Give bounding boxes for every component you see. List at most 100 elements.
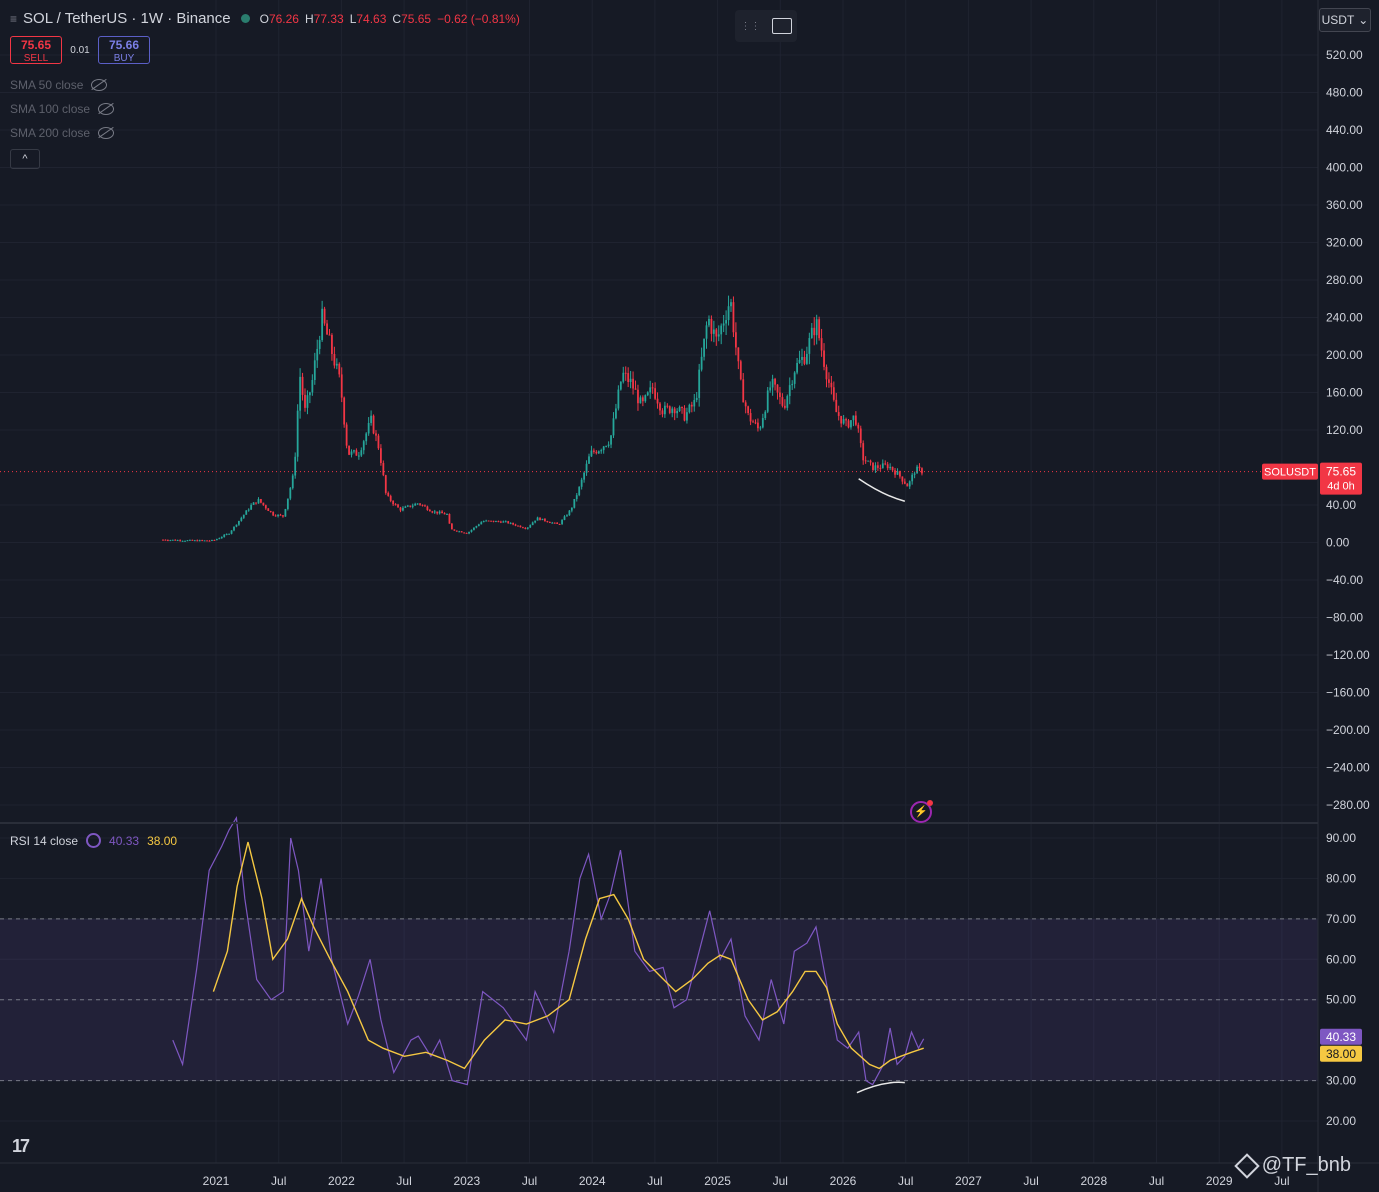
- buy-button[interactable]: 75.66 BUY: [98, 36, 150, 64]
- price-tick-label: 360.00: [1326, 198, 1363, 212]
- menu-lines-icon[interactable]: ≡: [10, 12, 17, 26]
- symbol-title[interactable]: SOL / TetherUS · 1W · Binance: [23, 10, 231, 27]
- candle: [328, 329, 331, 336]
- candle: [612, 412, 615, 439]
- candle: [695, 392, 698, 403]
- candle: [649, 380, 652, 399]
- candle-body: [504, 521, 507, 523]
- alert-bolt-icon[interactable]: ⚡: [910, 800, 933, 823]
- candle-body: [198, 540, 201, 542]
- candle-body: [673, 408, 676, 414]
- candle-body: [663, 405, 666, 415]
- candle-body: [776, 384, 779, 393]
- candle-body: [884, 463, 887, 465]
- candle: [881, 459, 884, 469]
- candle-body: [179, 540, 182, 542]
- image-snapshot-icon[interactable]: [771, 18, 792, 34]
- candle-body: [791, 383, 794, 386]
- candle-body: [548, 522, 551, 524]
- candle-body: [468, 531, 470, 534]
- candle: [220, 536, 223, 539]
- time-scale[interactable]: 2021 Jul 2022 Jul 2023 Jul 2024 Jul 2025 Jul 2026 J…: [203, 1174, 1290, 1188]
- candle-body: [389, 495, 392, 501]
- candle: [318, 335, 321, 355]
- candle-body: [235, 524, 238, 527]
- candle-body: [443, 513, 446, 515]
- candle: [592, 448, 595, 454]
- sell-button[interactable]: 75.65 SELL: [10, 36, 62, 64]
- candle: [632, 371, 634, 395]
- time-tick-label: Jul: [773, 1174, 788, 1188]
- candle-body: [801, 356, 803, 360]
- candle-body: [857, 424, 860, 429]
- candle: [181, 540, 184, 542]
- candle-body: [485, 520, 488, 522]
- candle-body: [357, 455, 360, 457]
- candle-body: [752, 421, 754, 423]
- currency-selector[interactable]: USDT ⌄: [1319, 8, 1371, 32]
- candle-body: [196, 540, 199, 542]
- indicator-sma50[interactable]: SMA 50 close: [10, 78, 108, 92]
- price-tick-label: 320.00: [1326, 236, 1363, 250]
- candle-body: [382, 462, 385, 476]
- candle-body: [499, 521, 502, 523]
- candle: [379, 444, 382, 466]
- candle-body: [213, 539, 216, 541]
- candle: [845, 417, 847, 427]
- price-tick-label: 480.00: [1326, 86, 1363, 100]
- candle-body: [597, 451, 600, 454]
- candle: [617, 385, 620, 411]
- candle: [854, 411, 857, 427]
- candle: [367, 417, 370, 436]
- eye-hidden-icon[interactable]: [91, 79, 108, 91]
- rsi-scale[interactable]: 90.00 80.00 70.00 60.00 50.00 30.00 20.00: [1326, 831, 1356, 1128]
- indicator-sma200[interactable]: SMA 200 close: [10, 126, 115, 140]
- rsi-tick-label: 30.00: [1326, 1074, 1356, 1088]
- rsi-title[interactable]: RSI 14 close: [10, 834, 78, 848]
- candle: [301, 372, 304, 401]
- candle-body: [845, 419, 847, 421]
- candle-body: [649, 387, 652, 393]
- indicator-sma100[interactable]: SMA 100 close: [10, 102, 115, 116]
- candle: [360, 447, 363, 457]
- candle-body: [223, 534, 226, 537]
- candle-body: [394, 504, 397, 506]
- candle-body: [252, 502, 255, 505]
- candle-body: [889, 466, 892, 469]
- collapse-legend-button[interactable]: ^: [10, 149, 40, 169]
- candle: [776, 384, 779, 400]
- candle: [206, 540, 208, 542]
- candle-body: [189, 539, 191, 541]
- candle: [490, 520, 492, 522]
- candle-body: [901, 476, 904, 482]
- candle-body: [588, 456, 590, 464]
- candle: [908, 480, 911, 490]
- candle-body: [477, 524, 480, 526]
- drag-handle-icon[interactable]: ⋮⋮: [741, 21, 761, 32]
- eye-hidden-icon[interactable]: [98, 103, 115, 115]
- rsi-tick-label: 20.00: [1326, 1114, 1356, 1128]
- candle-body: [610, 435, 612, 445]
- tradingview-logo[interactable]: 17: [12, 1136, 30, 1157]
- chart-canvas[interactable]: 520.00 480.00 440.00 400.00 360.00 320.00 280.…: [0, 0, 1379, 1192]
- candle-body: [272, 511, 275, 516]
- price-tick-label: 400.00: [1326, 161, 1363, 175]
- candle-body: [169, 540, 172, 542]
- candle-body: [546, 521, 549, 523]
- candle: [189, 539, 191, 541]
- symbol-tag-label: SOLUSDT: [1264, 467, 1316, 479]
- candle-body: [345, 424, 348, 446]
- price-tick-label: 40.00: [1326, 498, 1356, 512]
- candle-body: [820, 338, 823, 351]
- candle-body: [492, 520, 495, 522]
- eye-hidden-icon[interactable]: [98, 127, 115, 139]
- candle: [242, 514, 245, 520]
- price-scale[interactable]: 520.00 480.00 440.00 400.00 360.00 320.00 280.…: [1326, 48, 1370, 812]
- candle: [578, 486, 581, 497]
- candle: [916, 464, 918, 474]
- price-tick-label: −280.00: [1326, 798, 1370, 812]
- candle-body: [450, 523, 453, 530]
- candle-body: [769, 387, 772, 391]
- candle: [815, 314, 818, 345]
- candle-body: [539, 517, 541, 521]
